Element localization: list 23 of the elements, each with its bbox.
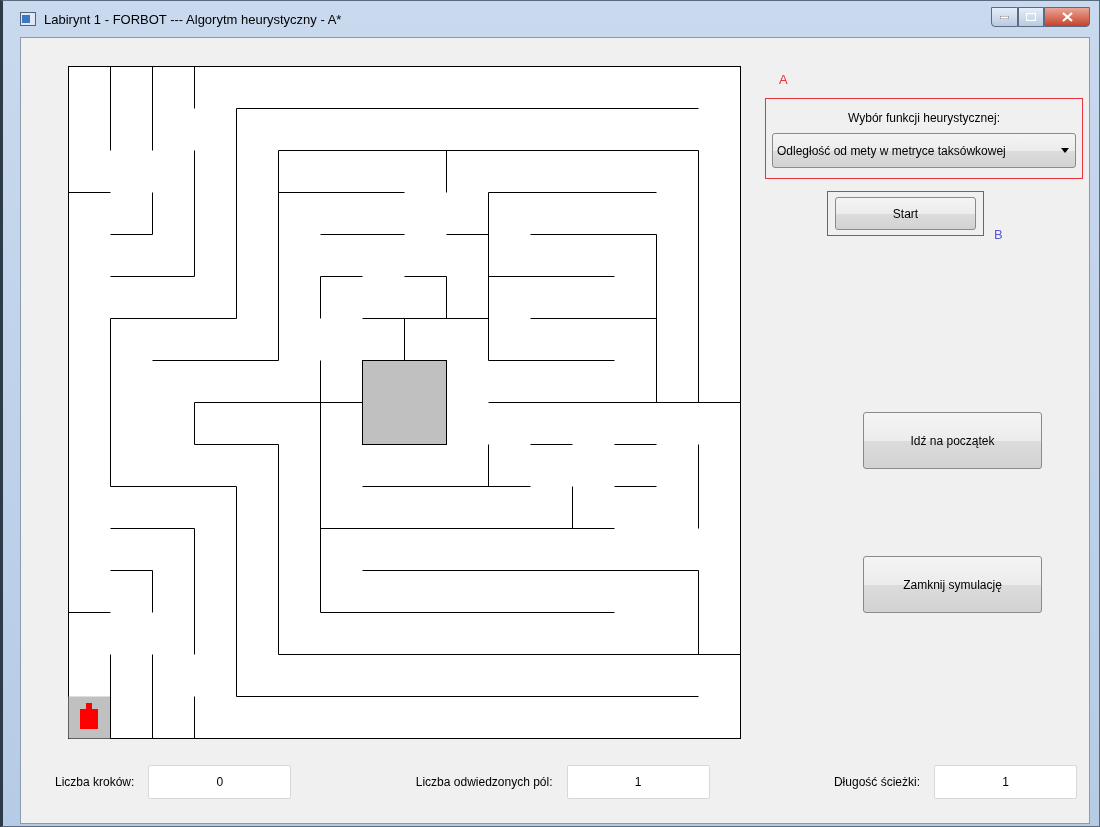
heuristic-dropdown[interactable]: Odległość od mety w metryce taksówkowej: [772, 133, 1076, 168]
window-title: Labirynt 1 - FORBOT --- Algorytm heurystyczny - A*: [44, 11, 342, 27]
app-icon: [20, 12, 36, 26]
close-icon: [1061, 12, 1073, 22]
robot-icon: [80, 703, 98, 729]
heuristic-label: Wybór funkcji heurystycznej:: [847, 111, 1001, 125]
start-button[interactable]: Start: [835, 197, 976, 230]
dropdown-arrow-icon: [1061, 148, 1069, 153]
maximize-icon: [1026, 13, 1036, 21]
close-button[interactable]: [1044, 7, 1090, 27]
maximize-button[interactable]: [1018, 7, 1044, 27]
stat-label: Długość ścieżki:: [833, 775, 920, 789]
close-simulation-button[interactable]: Zamknij symulację: [863, 556, 1042, 613]
stat-field[interactable]: 1: [934, 765, 1077, 799]
minimize-button[interactable]: [991, 7, 1018, 27]
annotation-label: A: [779, 72, 789, 88]
stat-label: Liczba odwiedzonych pól:: [415, 775, 553, 789]
go-to-start-button[interactable]: Idź na początek: [863, 412, 1042, 469]
stat-label: Liczba kroków:: [55, 775, 135, 789]
stat-field[interactable]: 1: [566, 765, 710, 799]
annotation-label: B: [994, 227, 1003, 243]
stat-field[interactable]: 0: [148, 765, 292, 799]
minimize-icon: [1000, 15, 1009, 19]
